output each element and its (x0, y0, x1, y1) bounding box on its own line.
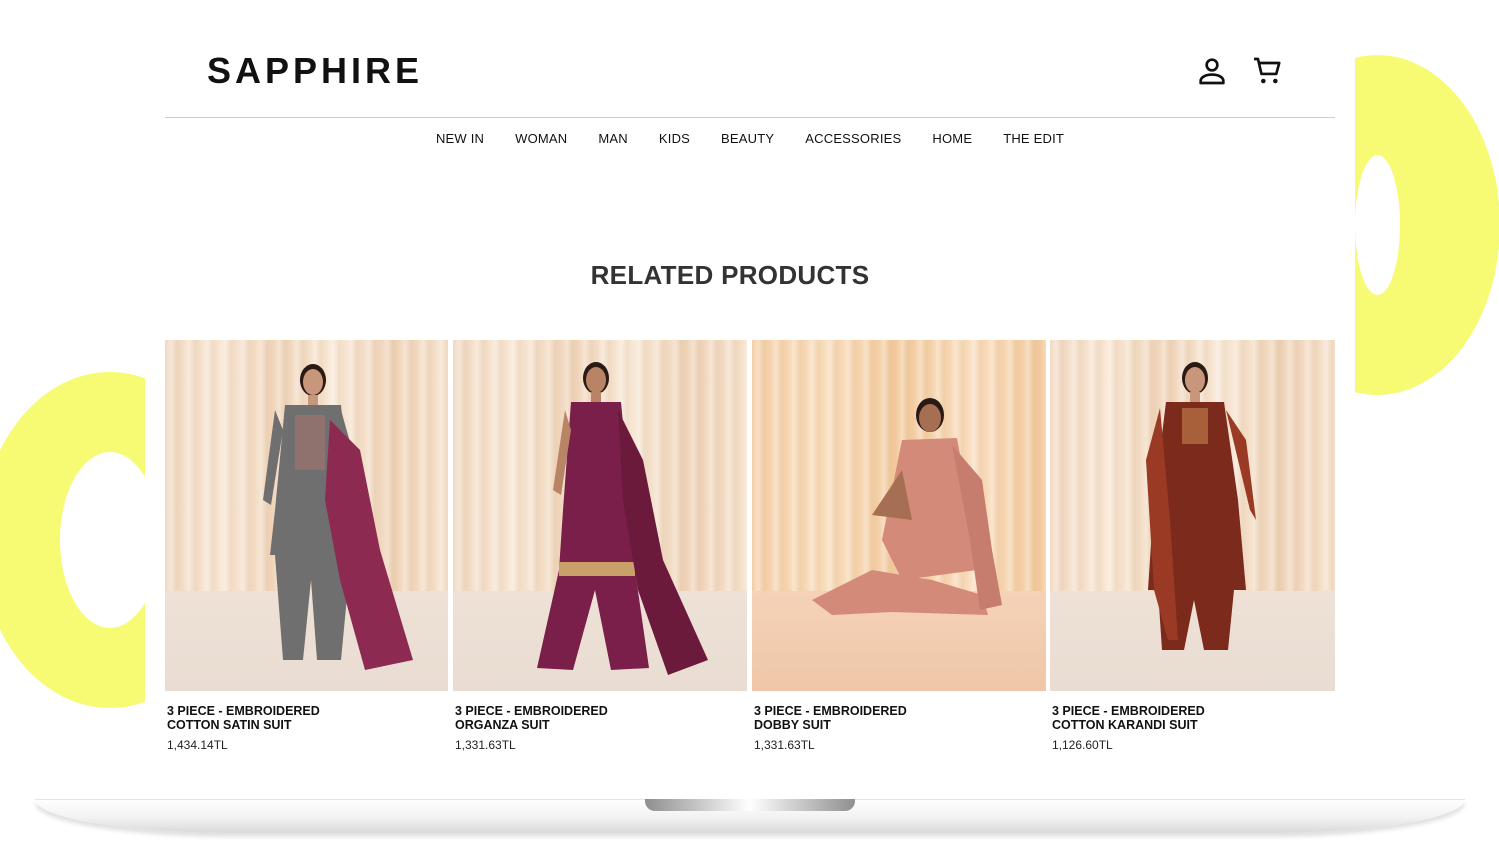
product-name[interactable]: 3 PIECE - EMBROIDERED ORGANZA SUIT (455, 704, 715, 732)
product-image[interactable] (165, 340, 448, 691)
nav-item-beauty[interactable]: BEAUTY (721, 131, 774, 146)
product-card[interactable]: 3 PIECE - EMBROIDERED ORGANZA SUIT 1,331… (453, 340, 747, 760)
product-name[interactable]: 3 PIECE - EMBROIDERED COTTON SATIN SUIT (167, 704, 427, 732)
nav-item-home[interactable]: HOME (932, 131, 972, 146)
nav-item-man[interactable]: MAN (598, 131, 628, 146)
nav-item-kids[interactable]: KIDS (659, 131, 690, 146)
header-divider (165, 117, 1335, 118)
product-image[interactable] (453, 340, 747, 691)
product-price: 1,126.60TL (1052, 738, 1113, 752)
header-actions (1195, 54, 1285, 88)
related-products-heading: RELATED PRODUCTS (590, 259, 870, 290)
model-figure (263, 364, 413, 670)
product-price: 1,331.63TL (455, 738, 516, 752)
web-page: SAPPHIRE NEW IN WOMAN MAN KIDS BEAUTY AC… (165, 0, 1335, 760)
shopping-cart-icon (1254, 57, 1281, 84)
person-icon (1199, 58, 1225, 85)
model-figure (1146, 362, 1256, 650)
model-figure (812, 398, 1002, 615)
nav-item-new-in[interactable]: NEW IN (436, 131, 484, 146)
product-image[interactable] (752, 340, 1046, 691)
main-navigation: NEW IN WOMAN MAN KIDS BEAUTY ACCESSORIES… (165, 131, 1335, 146)
laptop-screen: SAPPHIRE NEW IN WOMAN MAN KIDS BEAUTY AC… (145, 0, 1355, 799)
product-price: 1,331.63TL (754, 738, 815, 752)
product-card[interactable]: 3 PIECE - EMBROIDERED COTTON KARANDI SUI… (1050, 340, 1335, 760)
nav-item-the-edit[interactable]: THE EDIT (1003, 131, 1064, 146)
model-figure (537, 362, 708, 675)
product-card[interactable]: 3 PIECE - EMBROIDERED DOBBY SUIT 1,331.6… (752, 340, 1046, 760)
nav-item-woman[interactable]: WOMAN (515, 131, 567, 146)
product-card[interactable]: 3 PIECE - EMBROIDERED COTTON SATIN SUIT … (165, 340, 448, 760)
cart-button[interactable] (1251, 54, 1285, 88)
account-button[interactable] (1195, 54, 1229, 88)
nav-item-accessories[interactable]: ACCESSORIES (805, 131, 901, 146)
product-name[interactable]: 3 PIECE - EMBROIDERED DOBBY SUIT (754, 704, 1014, 732)
brand-logo[interactable]: SAPPHIRE (207, 50, 423, 92)
product-price: 1,434.14TL (167, 738, 228, 752)
laptop-notch (645, 799, 855, 811)
product-image[interactable] (1050, 340, 1335, 691)
product-name[interactable]: 3 PIECE - EMBROIDERED COTTON KARANDI SUI… (1052, 704, 1312, 732)
product-grid: 3 PIECE - EMBROIDERED COTTON SATIN SUIT … (165, 340, 1335, 760)
